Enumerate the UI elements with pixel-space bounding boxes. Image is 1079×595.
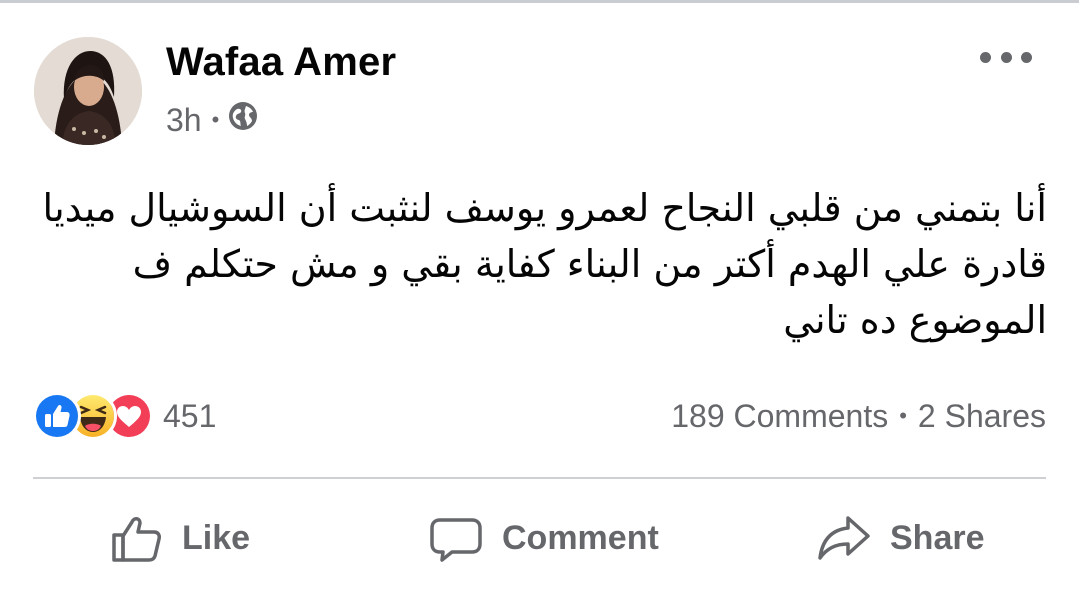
comment-bubble-icon	[430, 518, 482, 562]
post-text-line: الموضوع ده تاني	[783, 298, 1047, 342]
author-name[interactable]: Wafaa Amer	[166, 38, 396, 86]
comment-button[interactable]: Comment	[428, 507, 659, 569]
post-text: أنا بتمني من قلبي النجاح لعمرو يوسف لنثب…	[30, 180, 1047, 348]
avatar[interactable]	[34, 37, 142, 145]
post-meta: 3h •	[166, 100, 258, 140]
thumbs-up-icon	[112, 517, 161, 562]
post-time[interactable]: 3h	[166, 102, 202, 139]
reactions-summary[interactable]: 451	[33, 392, 217, 440]
meta-separator: •	[211, 107, 220, 132]
stats-separator: •	[899, 403, 907, 428]
more-options-icon[interactable]	[980, 42, 1032, 72]
post-text-line: قادرة علي الهدم أكتر من البناء كفاية بقي…	[132, 242, 1047, 286]
like-button[interactable]: Like	[108, 507, 250, 569]
divider	[33, 477, 1046, 479]
share-arrow-icon	[818, 516, 870, 560]
like-reaction-icon	[33, 392, 81, 440]
globe-icon[interactable]	[228, 101, 258, 139]
shares-count[interactable]: 2 Shares	[918, 398, 1046, 435]
post-text-line: أنا بتمني من قلبي النجاح لعمرو يوسف لنثب…	[42, 186, 1047, 230]
comment-label: Comment	[502, 518, 659, 557]
share-label: Share	[890, 518, 985, 557]
share-button[interactable]: Share	[816, 507, 985, 569]
reaction-count: 451	[163, 397, 217, 434]
engagement-stats: 189 Comments • 2 Shares	[671, 393, 1046, 439]
comments-count[interactable]: 189 Comments	[671, 398, 888, 435]
top-border	[0, 0, 1079, 3]
like-label: Like	[182, 518, 251, 557]
